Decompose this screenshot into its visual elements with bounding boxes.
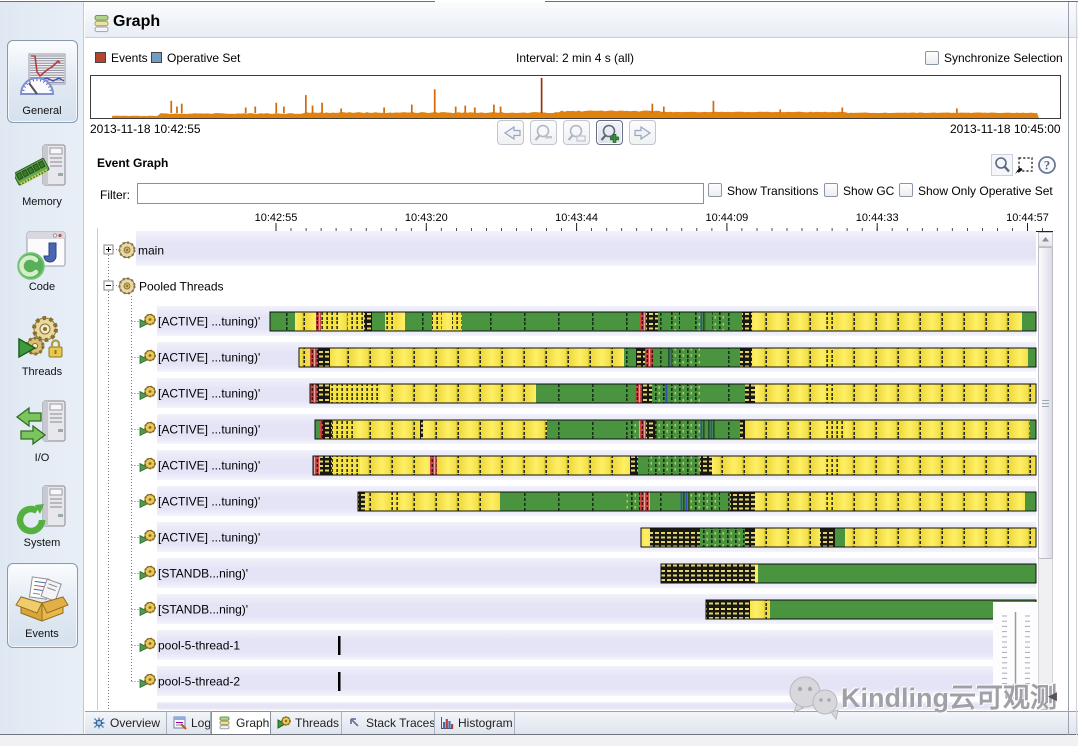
svg-text:[STANDB...ning)': [STANDB...ning)' [158,603,248,617]
svg-text:pool-5-thread-2: pool-5-thread-2 [158,675,240,689]
svg-text:Pooled Threads: Pooled Threads [139,280,224,294]
svg-text:[ACTIVE] ...tuning)': [ACTIVE] ...tuning)' [158,531,260,545]
svg-text:[ACTIVE] ...tuning)': [ACTIVE] ...tuning)' [158,423,260,437]
svg-text:[ACTIVE] ...tuning)': [ACTIVE] ...tuning)' [158,459,260,473]
svg-text:[ACTIVE] ...tuning)': [ACTIVE] ...tuning)' [158,351,260,365]
svg-text:[ACTIVE] ...tuning)': [ACTIVE] ...tuning)' [158,387,260,401]
svg-text:[STANDB...ning)': [STANDB...ning)' [158,567,248,581]
svg-text:10:43:44: 10:43:44 [555,212,598,224]
svg-text:10:43:20: 10:43:20 [405,212,448,224]
svg-text:[ACTIVE] ...tuning)': [ACTIVE] ...tuning)' [158,495,260,509]
svg-text:?: ? [1044,159,1050,173]
svg-text:pool-5-thread-1: pool-5-thread-1 [158,639,240,653]
svg-text:10:44:09: 10:44:09 [705,212,748,224]
svg-text:10:44:33: 10:44:33 [856,212,899,224]
svg-text:10:42:55: 10:42:55 [255,212,298,224]
svg-text:10:44:57: 10:44:57 [1006,212,1049,224]
svg-text:[ACTIVE] ...tuning)': [ACTIVE] ...tuning)' [158,315,260,329]
svg-text:main: main [138,244,164,258]
